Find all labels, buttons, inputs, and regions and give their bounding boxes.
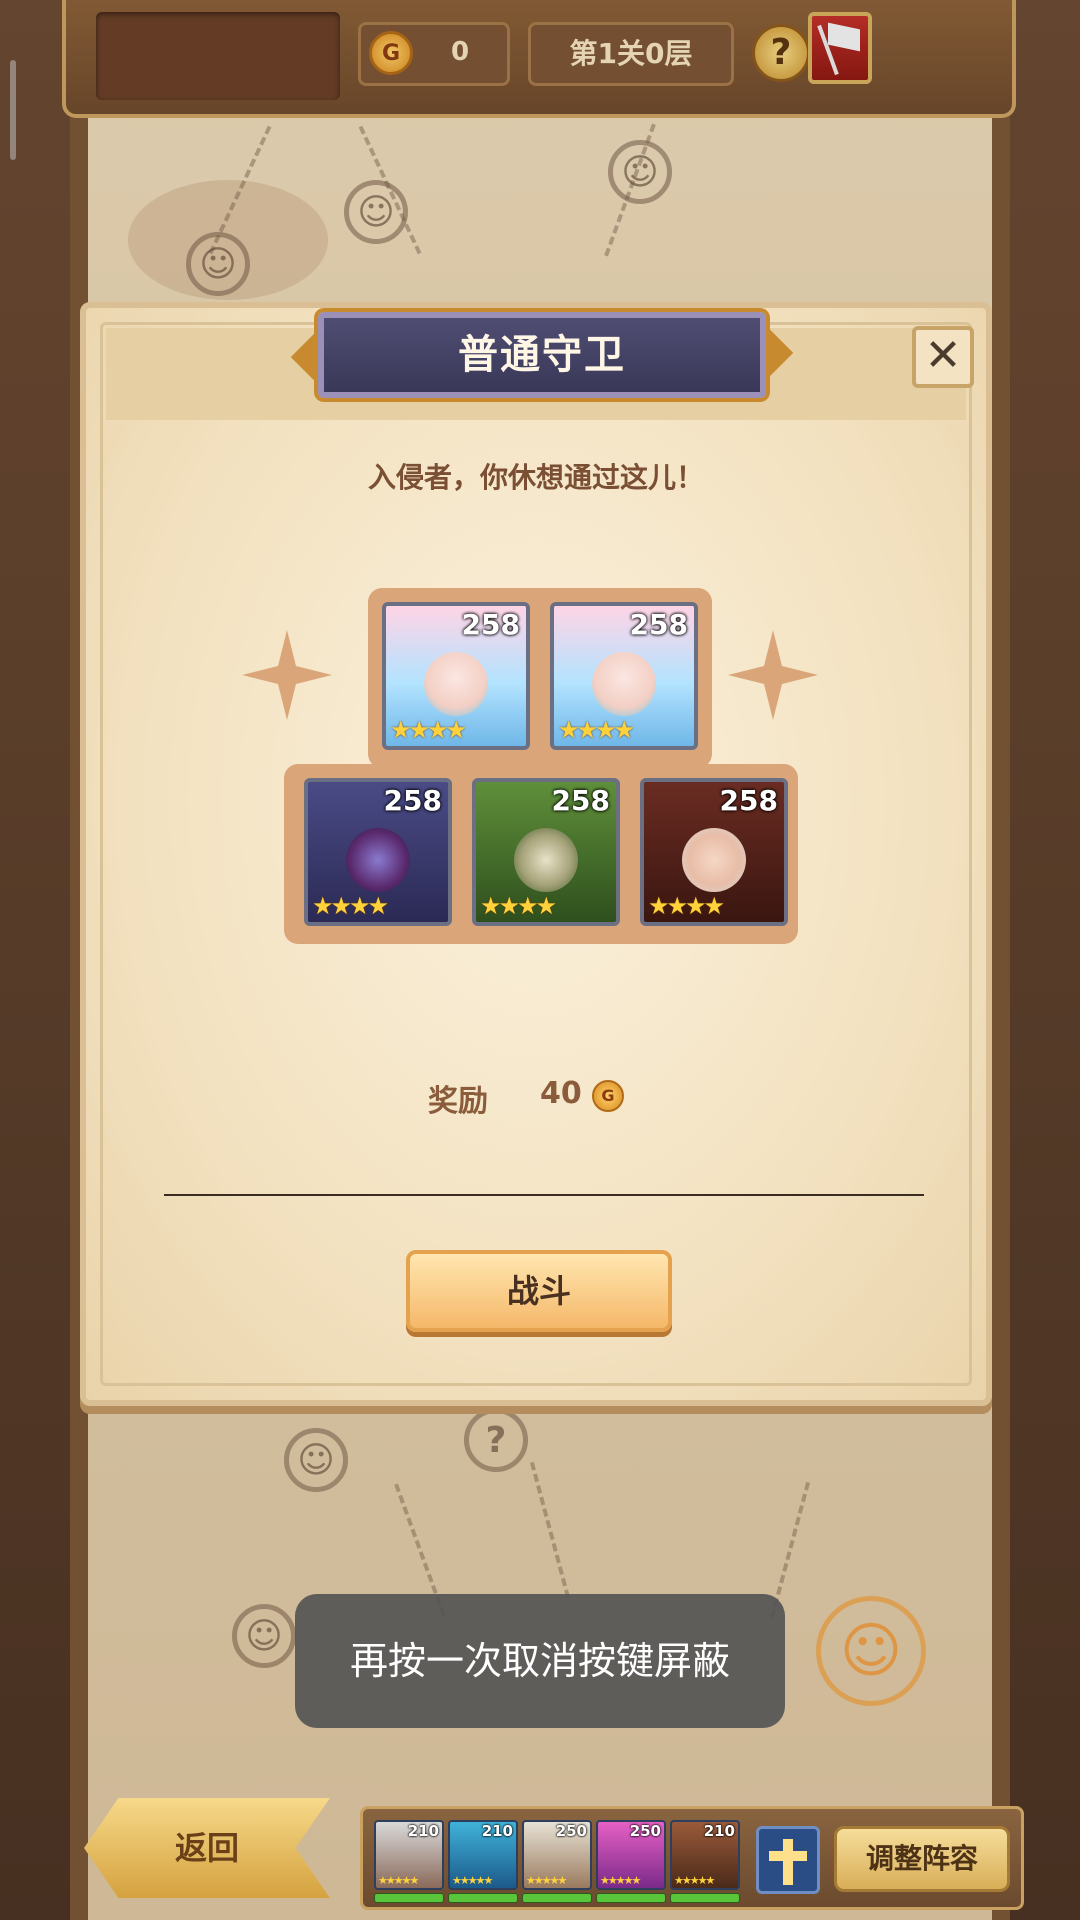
fight-button[interactable]: 战斗 [406, 1250, 672, 1332]
adjust-lineup-button[interactable]: 调整阵容 [834, 1826, 1010, 1892]
hero-portrait [514, 828, 578, 892]
team-hero-slot[interactable]: 210 ★★★★★ [670, 1820, 740, 1890]
hero-level: 258 [719, 784, 778, 817]
divider [164, 1194, 924, 1196]
back-button[interactable]: 返回 [84, 1798, 330, 1898]
team-hero-level: 250 [629, 1822, 661, 1840]
team-hero-stars: ★★★★★ [526, 1874, 567, 1887]
hero-portrait [424, 652, 488, 716]
hero-stars: ★★★★ [390, 716, 467, 744]
team-hero-level: 210 [703, 1822, 735, 1840]
hero-stars: ★★★★ [312, 892, 389, 920]
enemy-hero-card[interactable]: 258 ★★★★ [472, 778, 620, 926]
close-icon[interactable]: ✕ [912, 326, 974, 388]
reward-coin-icon: G [592, 1080, 624, 1112]
team-hero-stars: ★★★★★ [600, 1874, 641, 1887]
hero-level: 258 [629, 608, 688, 641]
team-hero-stars: ★★★★★ [378, 1874, 419, 1887]
hero-portrait [346, 828, 410, 892]
hero-portrait [682, 828, 746, 892]
team-hero-stars: ★★★★★ [674, 1874, 715, 1887]
reward-value: 40 [540, 1076, 582, 1111]
back-label: 返回 [174, 1829, 239, 1867]
hp-bar [374, 1893, 444, 1903]
hero-level: 258 [551, 784, 610, 817]
hp-bar [596, 1893, 666, 1903]
hero-level: 258 [461, 608, 520, 641]
team-hero-slot[interactable]: 210 ★★★★★ [448, 1820, 518, 1890]
enemy-hero-card[interactable]: 258 ★★★★ [382, 602, 530, 750]
cross-icon[interactable] [756, 1826, 820, 1894]
team-hero-stars: ★★★★★ [452, 1874, 493, 1887]
reward-label: 奖励 [428, 1084, 488, 1119]
hp-bar [448, 1893, 518, 1903]
enemy-hero-card[interactable]: 258 ★★★★ [550, 602, 698, 750]
hero-stars: ★★★★ [648, 892, 725, 920]
hero-level: 258 [383, 784, 442, 817]
team-hero-slot[interactable]: 250 ★★★★★ [596, 1820, 666, 1890]
dialog-title-banner: 普通守卫 [290, 304, 794, 408]
team-hero-slot[interactable]: 210 ★★★★★ [374, 1820, 444, 1890]
toast-message: 再按一次取消按键屏蔽 [295, 1594, 785, 1728]
hero-portrait [592, 652, 656, 716]
hero-stars: ★★★★ [480, 892, 557, 920]
enemy-hero-card[interactable]: 258 ★★★★ [304, 778, 452, 926]
enemy-hero-card[interactable]: 258 ★★★★ [640, 778, 788, 926]
dialog-title: 普通守卫 [458, 332, 626, 378]
team-hero-slot[interactable]: 250 ★★★★★ [522, 1820, 592, 1890]
team-hero-level: 250 [555, 1822, 587, 1840]
hp-bar [670, 1893, 740, 1903]
hero-stars: ★★★★ [558, 716, 635, 744]
dialog-subtitle: 入侵者，你休想通过这儿！ [367, 461, 704, 494]
team-hero-level: 210 [481, 1822, 513, 1840]
hp-bar [522, 1893, 592, 1903]
team-hero-level: 210 [407, 1822, 439, 1840]
